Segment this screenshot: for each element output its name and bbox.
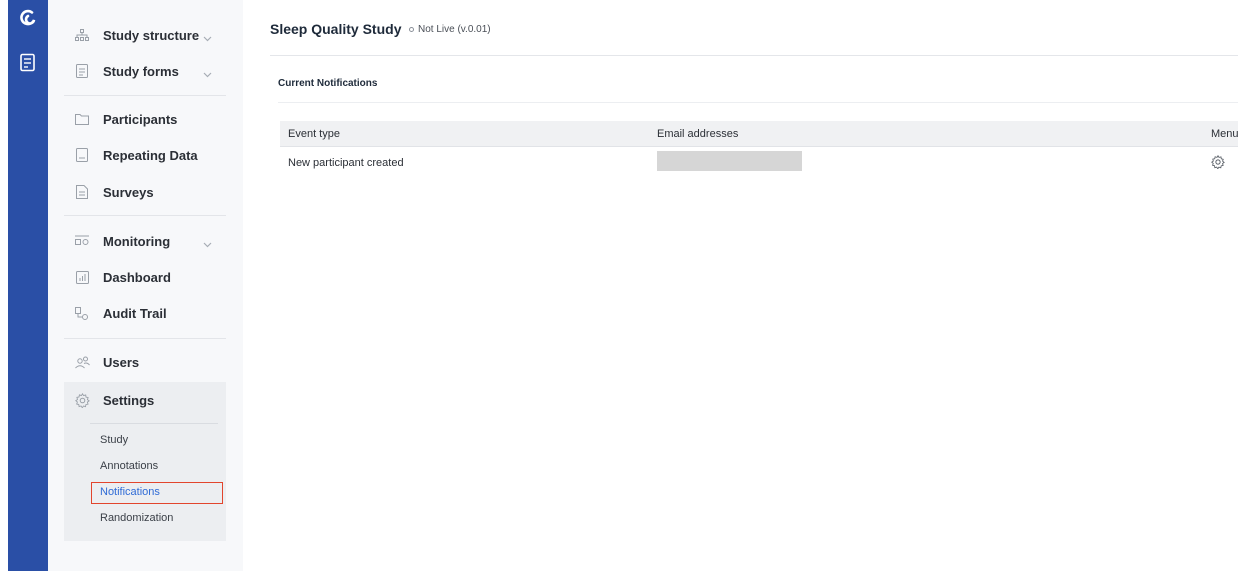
- sidebar-divider: [64, 95, 226, 96]
- sidebar-item-label: Study structure: [103, 27, 200, 43]
- chevron-down-icon: [203, 236, 212, 248]
- hierarchy-icon: [74, 27, 90, 43]
- header-divider: [270, 55, 1238, 56]
- sidebar-item-label: Monitoring: [103, 233, 171, 249]
- sidebar-item-label: Surveys: [103, 184, 154, 200]
- chevron-down-icon: [203, 30, 212, 42]
- sidebar-item-label: Repeating Data: [103, 147, 198, 163]
- survey-icon: [74, 184, 90, 200]
- table-header: Event type Email addresses Menu: [280, 121, 1239, 147]
- audit-icon: [74, 305, 90, 321]
- settings-sub-annotations[interactable]: Annotations: [100, 460, 158, 472]
- settings-sub-study[interactable]: Study: [100, 434, 128, 446]
- settings-sub-randomization[interactable]: Randomization: [100, 512, 173, 524]
- forms-book-icon[interactable]: [19, 53, 37, 73]
- sidebar-item-label: Users: [103, 354, 140, 370]
- sidebar-item-label: Settings: [103, 392, 155, 408]
- study-title: Sleep Quality Study: [270, 21, 402, 37]
- sidebar-item-dashboard[interactable]: Dashboard: [64, 261, 226, 293]
- sidebar-item-monitoring[interactable]: Monitoring: [64, 225, 226, 257]
- monitoring-icon: [74, 233, 90, 249]
- column-header-event-type: Event type: [288, 128, 340, 140]
- column-header-email: Email addresses: [657, 128, 739, 140]
- sidebar-item-label: Participants: [103, 111, 178, 127]
- status-text: Not Live (v.0.01): [418, 24, 491, 35]
- app-rail: [8, 0, 48, 571]
- row-menu-gear-icon[interactable]: [1211, 154, 1225, 170]
- sidebar-divider: [64, 338, 226, 339]
- sidebar-item-settings[interactable]: Settings: [64, 384, 226, 416]
- chart-icon: [74, 269, 90, 285]
- doc-icon: [74, 147, 90, 163]
- sidebar-item-audit-trail[interactable]: Audit Trail: [64, 297, 226, 329]
- sidebar-divider: [64, 215, 226, 216]
- sidebar-item-study-structure[interactable]: Study structure: [64, 19, 226, 51]
- section-title: Current Notifications: [278, 78, 378, 89]
- sidebar-item-participants[interactable]: Participants: [64, 103, 226, 135]
- main-content: Sleep Quality Study Not Live (v.0.01) Cu…: [243, 0, 1250, 571]
- sidebar-item-label: Study forms: [103, 63, 179, 79]
- status-dot-icon: [409, 27, 414, 32]
- sidebar-item-users[interactable]: Users: [64, 346, 226, 378]
- gear-icon: [74, 392, 90, 408]
- sidebar-item-surveys[interactable]: Surveys: [64, 176, 226, 208]
- active-item-highlight: [91, 482, 223, 504]
- sidebar-item-study-forms[interactable]: Study forms: [64, 55, 226, 87]
- section-divider: [278, 102, 1238, 103]
- folder-icon: [74, 111, 90, 127]
- chevron-down-icon: [203, 66, 212, 78]
- settings-divider: [90, 423, 218, 424]
- sidebar-item-label: Dashboard: [103, 269, 171, 285]
- table-cell-event-type: New participant created: [288, 157, 404, 169]
- sidebar-item-label: Audit Trail: [103, 305, 167, 321]
- status-badge: Not Live (v.0.01): [409, 24, 491, 35]
- sidebar-item-repeating-data[interactable]: Repeating Data: [64, 139, 226, 171]
- table-cell-email-redacted: [657, 151, 802, 171]
- form-icon: [74, 63, 90, 79]
- app-logo-icon[interactable]: [17, 8, 39, 30]
- column-header-menu: Menu: [1211, 128, 1239, 140]
- users-icon: [74, 354, 90, 370]
